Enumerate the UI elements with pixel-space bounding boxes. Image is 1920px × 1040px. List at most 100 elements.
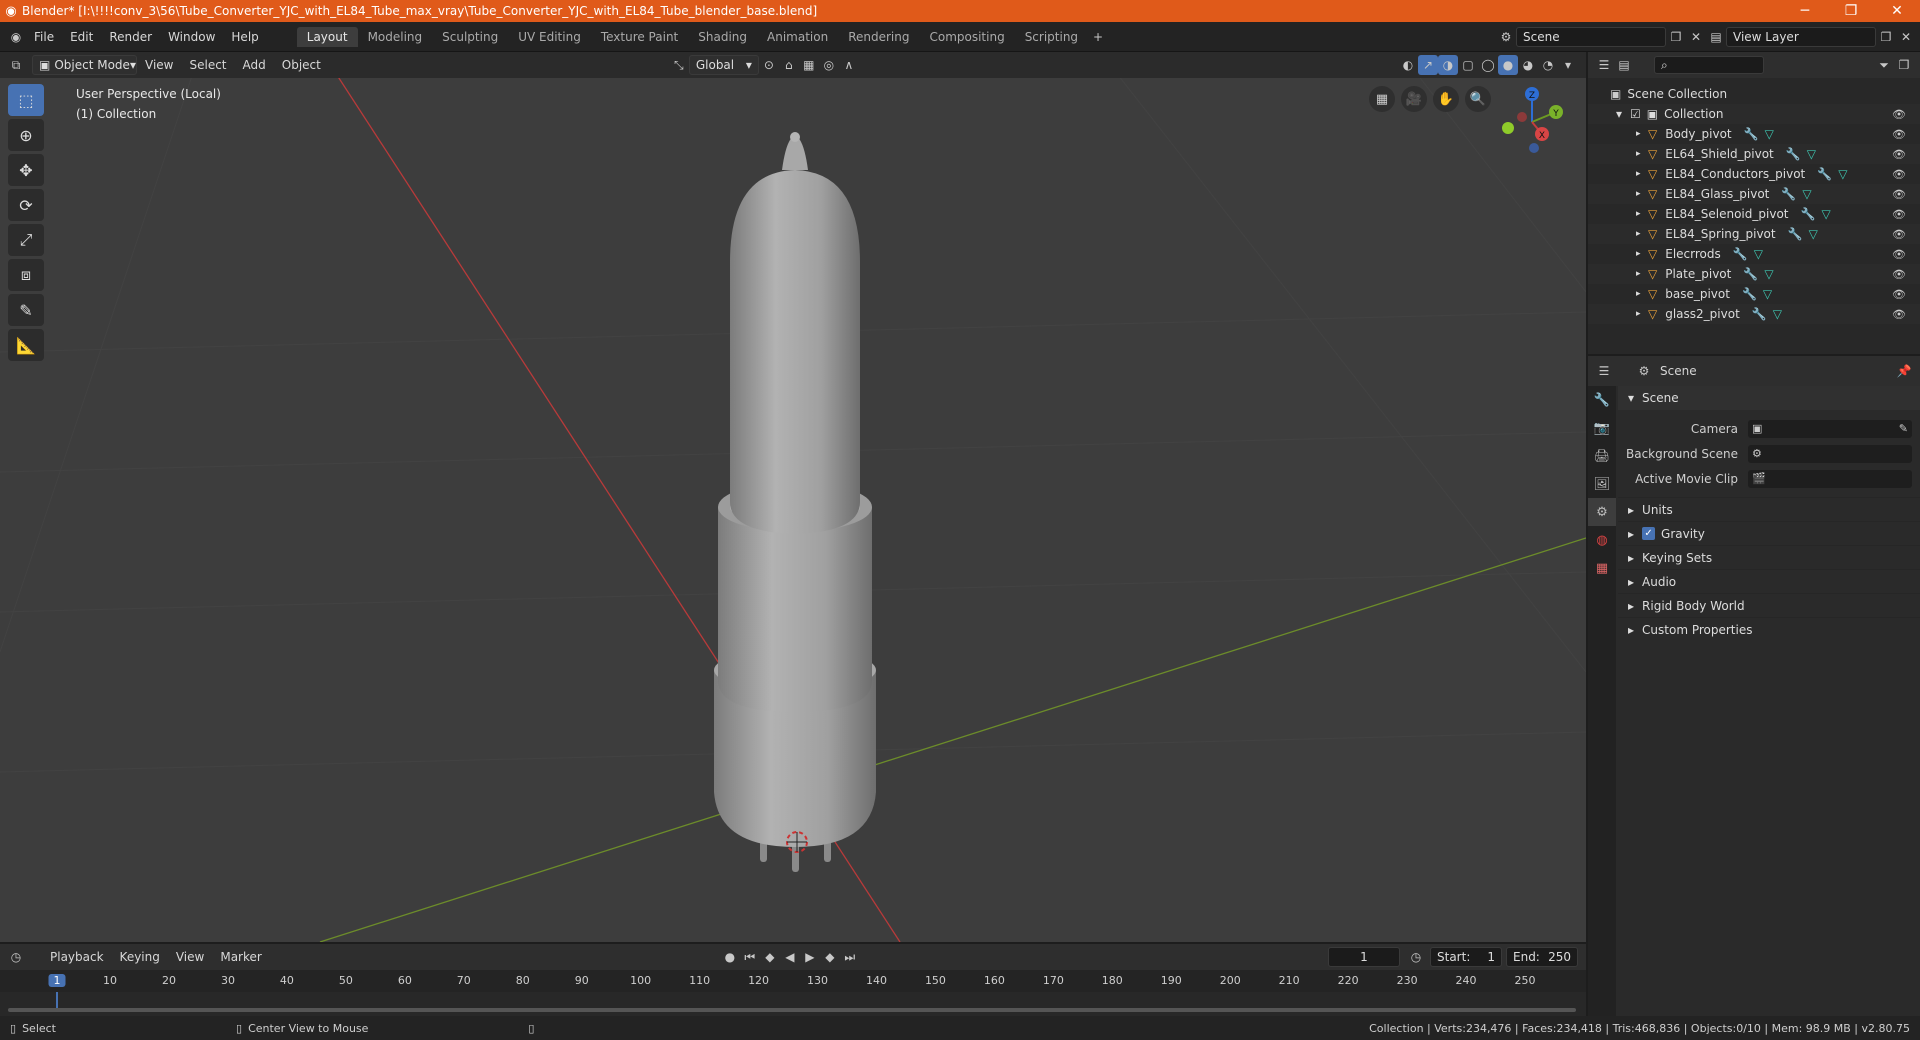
pan-hand-icon[interactable]: ✋ <box>1433 86 1459 112</box>
mesh-data-icon[interactable]: ▽ <box>1763 287 1772 301</box>
tool-tab-icon[interactable]: 🔧 <box>1588 386 1616 414</box>
mesh-data-icon[interactable]: ▽ <box>1807 147 1816 161</box>
modifier-icon[interactable]: 🔧 <box>1788 227 1803 241</box>
grid-view-icon[interactable]: ▦ <box>1369 86 1395 112</box>
gizmo-toggle-icon[interactable]: ↗ <box>1418 55 1438 75</box>
snap-icon[interactable]: ⌂ <box>779 55 799 75</box>
move-tool[interactable]: ✥ <box>8 154 44 186</box>
outliner-object-row[interactable]: ▸ ▽ Plate_pivot 🔧 ▽ 👁 <box>1588 264 1920 284</box>
units-panel[interactable]: ▸ Units <box>1618 497 1920 521</box>
timeline-ruler[interactable]: 1 10 20 30 40 50 60 70 80 90 100 110 120 130 140 150 160… <box>0 970 1586 1008</box>
expand-arrow-icon[interactable]: ▸ <box>1636 229 1648 239</box>
expand-arrow-icon[interactable]: ▸ <box>1636 149 1648 159</box>
tab-layout[interactable]: Layout <box>296 26 358 47</box>
eye-icon[interactable]: 👁 <box>1892 248 1906 261</box>
expand-arrow-icon[interactable]: ▸ <box>1636 249 1648 259</box>
jump-start-icon[interactable]: ⏮ <box>740 947 760 967</box>
scene-selector[interactable]: Scene <box>1516 26 1666 47</box>
eye-icon[interactable]: 👁 <box>1892 108 1906 121</box>
mesh-data-icon[interactable]: ▽ <box>1802 187 1811 201</box>
gravity-panel[interactable]: ▸ ✓ Gravity <box>1618 521 1920 545</box>
scene-collection-row[interactable]: ▣ Scene Collection <box>1588 84 1920 104</box>
scene-tab-icon[interactable]: ⚙ <box>1588 498 1616 526</box>
orientation-selector[interactable]: Global ▾ <box>688 55 759 75</box>
scale-tool[interactable]: ⤢ <box>8 224 44 256</box>
modifier-icon[interactable]: 🔧 <box>1786 147 1801 161</box>
play-reverse-icon[interactable]: ◀ <box>780 947 800 967</box>
mesh-data-icon[interactable]: ▽ <box>1809 227 1818 241</box>
view-layer-tab-icon[interactable]: 🖼 <box>1588 470 1616 498</box>
expand-arrow-icon[interactable]: ▸ <box>1636 129 1648 139</box>
close-button[interactable]: ✕ <box>1874 3 1920 19</box>
playhead-frame-indicator[interactable]: 1 <box>48 974 66 987</box>
pivot-point-icon[interactable]: ⊙ <box>759 55 779 75</box>
new-scene-icon[interactable]: ❐ <box>1666 27 1686 47</box>
eye-icon[interactable]: 👁 <box>1892 128 1906 141</box>
playhead-line[interactable] <box>56 992 58 1008</box>
timeline-menu-view[interactable]: View <box>168 950 212 964</box>
material-shading-icon[interactable]: ◕ <box>1518 55 1538 75</box>
shading-options-icon[interactable]: ▾ <box>1558 55 1578 75</box>
outliner-object-row[interactable]: ▸ ▽ EL84_Glass_pivot 🔧 ▽ 👁 <box>1588 184 1920 204</box>
3d-viewport[interactable]: ⧉ ▣ Object Mode ▾ View Select Add Object… <box>0 52 1586 942</box>
minimize-button[interactable]: ─ <box>1782 3 1828 19</box>
camera-view-icon[interactable]: 🎥 <box>1401 86 1427 112</box>
eye-icon[interactable]: 👁 <box>1892 148 1906 161</box>
expand-arrow-icon[interactable]: ▸ <box>1636 309 1648 319</box>
measure-tool[interactable]: 📐 <box>8 329 44 361</box>
display-mode-icon[interactable]: ▤ <box>1614 55 1634 75</box>
tab-texture-paint[interactable]: Texture Paint <box>591 27 688 47</box>
outliner-object-row[interactable]: ▸ ▽ Elecrrods 🔧 ▽ 👁 <box>1588 244 1920 264</box>
select-box-tool[interactable]: ⬚ <box>8 84 44 116</box>
menu-help[interactable]: Help <box>223 30 266 44</box>
tab-scripting[interactable]: Scripting <box>1015 27 1088 47</box>
modifier-icon[interactable]: 🔧 <box>1743 267 1758 281</box>
play-icon[interactable]: ▶ <box>800 947 820 967</box>
mode-selector[interactable]: ▣ Object Mode ▾ <box>32 55 137 75</box>
modifier-icon[interactable]: 🔧 <box>1817 167 1832 181</box>
eye-icon[interactable]: 👁 <box>1892 228 1906 241</box>
timeline-menu-marker[interactable]: Marker <box>212 950 269 964</box>
view-layer-selector[interactable]: View Layer <box>1726 26 1876 47</box>
eye-icon[interactable]: 👁 <box>1892 168 1906 181</box>
expand-arrow-icon[interactable]: ▸ <box>1636 289 1648 299</box>
modifier-icon[interactable]: 🔧 <box>1733 247 1748 261</box>
checkbox-icon[interactable]: ☑ <box>1630 107 1641 121</box>
tab-rendering[interactable]: Rendering <box>838 27 919 47</box>
outliner-object-row[interactable]: ▸ ▽ EL64_Shield_pivot 🔧 ▽ 👁 <box>1588 144 1920 164</box>
eye-icon[interactable]: 👁 <box>1892 308 1906 321</box>
snap-target-icon[interactable]: ▦ <box>799 55 819 75</box>
outliner-object-row[interactable]: ▸ ▽ Body_pivot 🔧 ▽ 👁 <box>1588 124 1920 144</box>
current-frame-field[interactable]: 1 <box>1328 947 1400 967</box>
gravity-checkbox[interactable]: ✓ <box>1642 527 1656 540</box>
pin-icon[interactable]: 📌 <box>1894 361 1914 381</box>
outliner-search-input[interactable]: ⌕ <box>1654 56 1764 74</box>
expand-arrow-icon[interactable]: ▾ <box>1616 107 1630 121</box>
filter-icon[interactable]: ⏷ <box>1874 55 1894 75</box>
menu-file[interactable]: File <box>26 30 62 44</box>
mesh-data-icon[interactable]: ▽ <box>1754 247 1763 261</box>
menu-render[interactable]: Render <box>101 30 160 44</box>
output-tab-icon[interactable]: 🖨 <box>1588 442 1616 470</box>
viewport-menu-select[interactable]: Select <box>181 58 234 72</box>
end-frame-field[interactable]: End: 250 <box>1506 947 1578 967</box>
proportional-edit-icon[interactable]: ◎ <box>819 55 839 75</box>
editor-type-icon[interactable]: ☰ <box>1594 55 1614 75</box>
eye-icon[interactable]: 👁 <box>1892 208 1906 221</box>
visibility-icon[interactable]: ◐ <box>1398 55 1418 75</box>
render-tab-icon[interactable]: 📷 <box>1588 414 1616 442</box>
axis-navigation-gizmo[interactable]: Z Y X <box>1492 82 1572 162</box>
rigid-body-world-panel[interactable]: ▸ Rigid Body World <box>1618 593 1920 617</box>
tab-uv-editing[interactable]: UV Editing <box>508 27 591 47</box>
editor-type-icon[interactable]: ☰ <box>1594 361 1614 381</box>
overlay-toggle-icon[interactable]: ◑ <box>1438 55 1458 75</box>
modifier-icon[interactable]: 🔧 <box>1742 287 1757 301</box>
clock-icon[interactable]: ◷ <box>1406 947 1426 967</box>
editor-type-icon[interactable]: ◷ <box>6 947 26 967</box>
texture-tab-icon[interactable]: ▦ <box>1588 554 1616 582</box>
outliner-object-row[interactable]: ▸ ▽ EL84_Conductors_pivot 🔧 ▽ 👁 <box>1588 164 1920 184</box>
modifier-icon[interactable]: 🔧 <box>1744 127 1759 141</box>
mesh-data-icon[interactable]: ▽ <box>1838 167 1847 181</box>
tab-animation[interactable]: Animation <box>757 27 838 47</box>
outliner-object-row[interactable]: ▸ ▽ base_pivot 🔧 ▽ 👁 <box>1588 284 1920 304</box>
